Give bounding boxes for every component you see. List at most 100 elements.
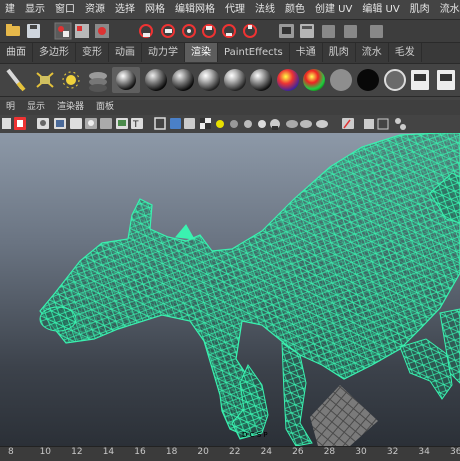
camera-icon[interactable] xyxy=(2,118,11,129)
render-view-icon[interactable] xyxy=(411,70,429,90)
panel-menu-item-3[interactable]: 面板 xyxy=(90,100,120,115)
menu-item-2[interactable]: 窗口 xyxy=(50,0,80,19)
grey-shader-ball-icon[interactable] xyxy=(250,69,272,91)
hypershade-icon[interactable] xyxy=(300,24,314,38)
ipr-render-icon[interactable] xyxy=(243,24,257,38)
time-slider[interactable]: 8 10 12 14 16 18 20 22 24 26 28 30 32 34 36 xyxy=(0,446,460,461)
light-icon[interactable] xyxy=(36,72,54,88)
paint-brush-icon[interactable] xyxy=(6,68,26,92)
lambert-ball-icon[interactable] xyxy=(198,69,220,91)
motion-blur-icon[interactable] xyxy=(230,120,238,128)
window-icon[interactable] xyxy=(322,25,335,38)
shelf-tab-10[interactable]: 毛发 xyxy=(389,43,422,62)
anisotropic-ball-icon[interactable] xyxy=(224,69,246,91)
shelf-tab-1[interactable]: 多边形 xyxy=(33,43,76,62)
menu-item-8[interactable]: 法线 xyxy=(250,0,280,19)
viewport-3d[interactable]: D C S P xyxy=(0,133,460,446)
status-line xyxy=(0,19,460,42)
light-shade-icon[interactable] xyxy=(100,118,112,129)
wireframe-icon[interactable] xyxy=(54,118,66,129)
attribute-editor-icon[interactable] xyxy=(370,25,383,38)
cube-icon[interactable] xyxy=(364,119,374,129)
batch-render-icon[interactable] xyxy=(437,70,455,90)
menu-item-5[interactable]: 网格 xyxy=(140,0,170,19)
timeline-tick: 30 xyxy=(355,447,367,457)
main-menu-bar: 建显示窗口资源选择网格编辑网格代理法线颜色创建 UV编辑 UV肌肉流水线缓 xyxy=(0,0,460,19)
timeline-tick: 16 xyxy=(134,447,146,457)
depth-of-field-icon[interactable] xyxy=(258,120,266,128)
shelf-tab-2[interactable]: 变形 xyxy=(76,43,109,62)
surface-ball-icon[interactable] xyxy=(303,69,325,91)
menu-item-11[interactable]: 编辑 UV xyxy=(357,0,404,19)
xray-icon[interactable] xyxy=(154,117,166,130)
grid-icon[interactable] xyxy=(37,118,49,129)
menu-item-10[interactable]: 创建 UV xyxy=(310,0,357,19)
timeline-tick: 22 xyxy=(229,447,241,457)
menu-item-7[interactable]: 代理 xyxy=(220,0,250,19)
menu-item-3[interactable]: 资源 xyxy=(80,0,110,19)
grey-ball-icon[interactable] xyxy=(330,69,352,91)
texture-icon[interactable] xyxy=(85,118,97,129)
timeline-tick: 20 xyxy=(197,447,209,457)
shelf-tab-6[interactable]: PaintEffects xyxy=(218,43,290,62)
film-gate-icon[interactable] xyxy=(184,118,195,129)
creature-wireframe-mesh[interactable] xyxy=(39,133,460,446)
timeline-tick: 34 xyxy=(418,447,430,457)
select-by-hierarchy-icon[interactable] xyxy=(54,22,72,40)
shelf-tab-0[interactable]: 曲面 xyxy=(0,43,33,62)
antialias-icon[interactable] xyxy=(244,120,252,128)
timeline-tick: 28 xyxy=(323,447,336,457)
resolution-gate-icon[interactable] xyxy=(170,118,181,129)
timeline-tick: 14 xyxy=(102,447,115,457)
shelf-tab-4[interactable]: 动力学 xyxy=(142,43,185,62)
save-icon[interactable] xyxy=(27,24,40,38)
isolate-icon[interactable]: T xyxy=(131,118,143,130)
menu-item-0[interactable]: 建 xyxy=(0,0,20,19)
safe-action-icon[interactable] xyxy=(200,118,211,129)
lock-icon[interactable] xyxy=(14,117,26,130)
select-by-object-icon[interactable] xyxy=(75,24,89,38)
sun-icon[interactable] xyxy=(62,71,80,89)
timeline-tick: 18 xyxy=(165,447,178,457)
menu-item-9[interactable]: 颜色 xyxy=(280,0,310,19)
snap-surface-icon[interactable] xyxy=(182,24,196,38)
panel-menu-item-1[interactable]: 显示 xyxy=(21,100,51,115)
timeline-tick: 12 xyxy=(71,447,83,457)
shelf-tab-7[interactable]: 卡通 xyxy=(290,43,323,62)
ambient-occlusion-icon[interactable] xyxy=(216,120,224,128)
menu-item-6[interactable]: 编辑网格 xyxy=(170,0,220,19)
sequence-icon[interactable] xyxy=(270,119,280,130)
menu-item-4[interactable]: 选择 xyxy=(110,0,140,19)
menu-item-13[interactable]: 流水线缓 xyxy=(435,0,460,19)
shelf-tab-9[interactable]: 流水 xyxy=(356,43,389,62)
timeline-tick: 26 xyxy=(292,447,304,457)
shelf-tab-3[interactable]: 动画 xyxy=(109,43,142,62)
channel-box-icon[interactable] xyxy=(344,25,357,38)
shelf-tab-8[interactable]: 肌肉 xyxy=(323,43,356,62)
phong-ball-icon[interactable] xyxy=(172,69,194,91)
snap-point-icon[interactable] xyxy=(161,24,175,38)
camera-attribute-icon[interactable] xyxy=(286,120,328,128)
snap-grid-icon[interactable] xyxy=(95,24,109,38)
folder-icon[interactable] xyxy=(6,24,20,36)
menu-item-12[interactable]: 肌肉 xyxy=(405,0,435,19)
history-icon[interactable] xyxy=(202,24,216,38)
shelf-tab-5[interactable]: 渲染 xyxy=(185,43,218,62)
render-settings-icon[interactable] xyxy=(279,24,294,38)
blinn-ball-icon[interactable] xyxy=(145,69,167,91)
shadow-icon[interactable] xyxy=(116,118,128,129)
black-ball-icon[interactable] xyxy=(357,69,379,91)
panel-menu-item-2[interactable]: 渲染器 xyxy=(51,100,90,115)
render-region-icon[interactable] xyxy=(342,118,354,129)
ramp-ball-icon[interactable] xyxy=(277,69,299,91)
snap-curve-icon[interactable] xyxy=(139,24,153,38)
smooth-shade-icon[interactable] xyxy=(70,118,82,129)
panel-menu-item-0[interactable]: 明 xyxy=(0,100,21,115)
timeline-tick: 36 xyxy=(450,447,460,457)
cube-wire-icon[interactable] xyxy=(377,118,389,130)
link-icon[interactable] xyxy=(395,118,406,130)
menu-item-1[interactable]: 显示 xyxy=(20,0,50,19)
white-ball-icon[interactable] xyxy=(384,69,406,91)
render-icon[interactable] xyxy=(222,24,236,38)
stack-icon[interactable] xyxy=(89,72,107,92)
